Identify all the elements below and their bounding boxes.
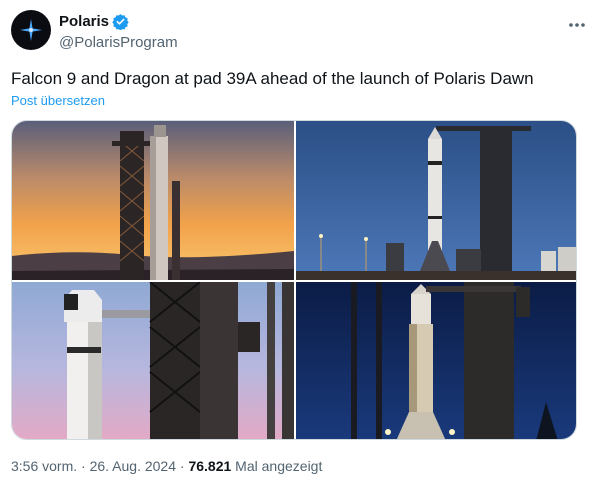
photo-1-sunset-rocket[interactable] xyxy=(12,121,294,280)
photo-2-dusk-pad[interactable] xyxy=(296,121,576,280)
author-handle[interactable]: @PolarisProgram xyxy=(59,34,178,51)
verified-badge-icon[interactable] xyxy=(112,13,129,30)
translate-post-link[interactable]: Post übersetzen xyxy=(11,93,105,108)
photo-3-dragon-closeup[interactable] xyxy=(12,282,294,439)
author-names: Polaris @PolarisProgram xyxy=(59,12,178,51)
tweet-date[interactable]: 26. Aug. 2024 xyxy=(90,458,176,474)
media-grid xyxy=(11,120,577,440)
star-logo-icon xyxy=(20,19,42,41)
meta-separator: · xyxy=(77,458,90,474)
photo-4-night-rocket[interactable] xyxy=(296,282,576,439)
author-display-name[interactable]: Polaris xyxy=(59,13,109,30)
tweet-meta: 3:56 vorm. · 26. Aug. 2024 · 76.821 Mal … xyxy=(11,458,322,474)
tweet-header: Polaris @PolarisProgram xyxy=(11,10,596,54)
avatar[interactable] xyxy=(11,10,51,50)
more-options-icon[interactable] xyxy=(566,14,588,36)
meta-separator: · xyxy=(176,458,189,474)
views-label: Mal angezeigt xyxy=(231,458,323,474)
view-count[interactable]: 76.821 xyxy=(188,458,231,474)
tweet-text: Falcon 9 and Dragon at pad 39A ahead of … xyxy=(11,69,534,88)
tweet-time[interactable]: 3:56 vorm. xyxy=(11,458,77,474)
